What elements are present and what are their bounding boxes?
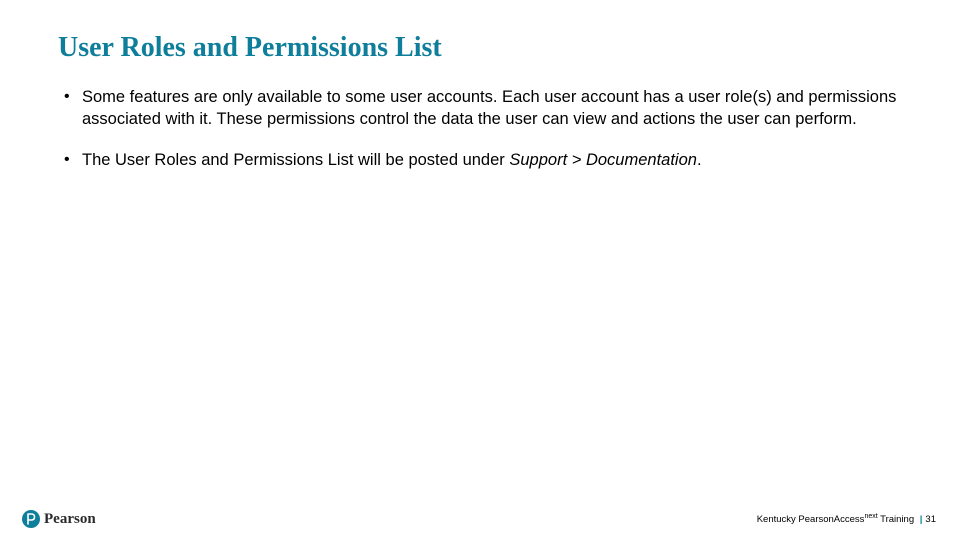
- pearson-p-icon: [22, 510, 40, 528]
- bullet-text-pre: The User Roles and Permissions List will…: [82, 151, 509, 169]
- bullet-list: Some features are only available to some…: [58, 86, 902, 171]
- footer-text-pre: Kentucky PearsonAccess: [757, 514, 865, 525]
- footer-credit: Kentucky PearsonAccessnext Training |31: [757, 513, 936, 525]
- list-item: Some features are only available to some…: [64, 86, 902, 131]
- page-number: 31: [925, 514, 936, 525]
- slide: User Roles and Permissions List Some fea…: [0, 0, 960, 540]
- footer-text-post: Training: [878, 514, 914, 525]
- bullet-text: Some features are only available to some…: [82, 88, 896, 128]
- brand-logo: Pearson: [22, 510, 96, 528]
- list-item: The User Roles and Permissions List will…: [64, 149, 902, 171]
- bullet-text-post: .: [697, 151, 702, 169]
- brand-name: Pearson: [44, 511, 96, 528]
- page-title: User Roles and Permissions List: [58, 32, 902, 64]
- footer-text-sup: next: [864, 513, 877, 520]
- bullet-text-italic: Support > Documentation: [509, 151, 697, 169]
- footer: Pearson Kentucky PearsonAccessnext Train…: [0, 510, 960, 528]
